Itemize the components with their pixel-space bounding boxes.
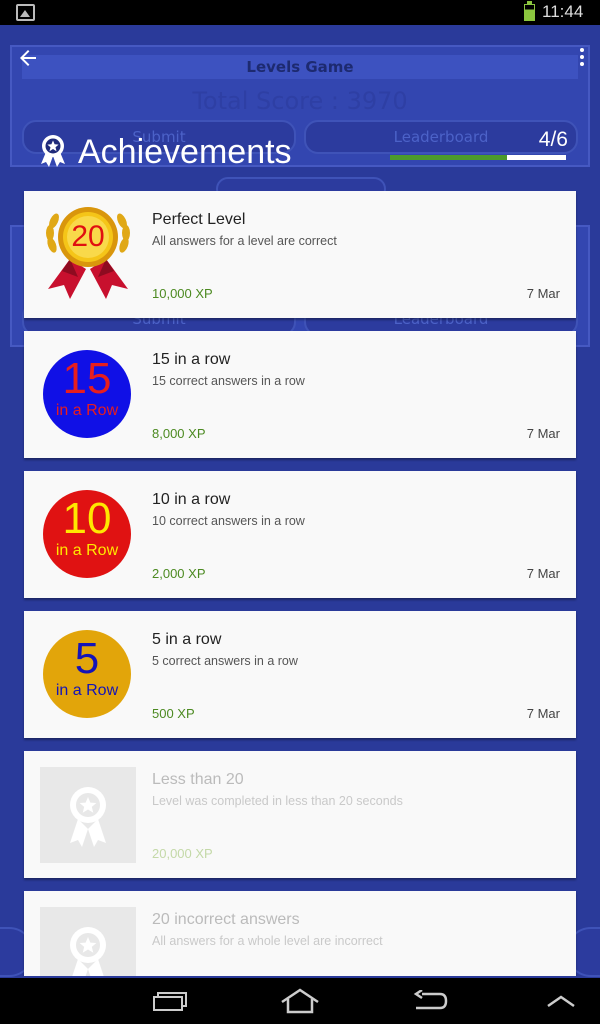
list-item[interactable]: 15 in a Row 15 in a row 15 correct answe… — [24, 331, 576, 458]
list-item[interactable]: 20 Perfect Level All answers for a level… — [24, 191, 576, 318]
streak-badge-label: in a Row — [55, 542, 119, 559]
achievement-name: Perfect Level — [152, 211, 246, 228]
award-ribbon-icon — [38, 134, 68, 168]
back-icon[interactable] — [412, 988, 448, 1012]
streak-badge-icon: 10 in a Row — [40, 487, 136, 583]
medal-badge-icon: 20 — [40, 207, 136, 303]
achievement-description: 5 correct answers in a row — [152, 654, 298, 668]
achievement-xp: 2,000 XP — [152, 566, 206, 581]
streak-badge-circle: 15 in a Row — [43, 350, 131, 438]
achievement-name: 15 in a row — [152, 351, 231, 368]
streak-badge-icon: 5 in a Row — [40, 627, 136, 723]
streak-badge-circle: 5 in a Row — [43, 630, 131, 718]
achievement-description: All answers for a level are correct — [152, 234, 337, 248]
background-total-score: Total Score : 3970 — [192, 87, 408, 115]
achievement-name: Less than 20 — [152, 771, 244, 788]
medal-badge-text: 20 — [71, 220, 105, 253]
list-item[interactable]: 5 in a Row 5 in a row 5 correct answers … — [24, 611, 576, 738]
achievement-progress-bar — [390, 155, 566, 160]
list-item[interactable]: 10 in a Row 10 in a row 10 correct answe… — [24, 471, 576, 598]
achievement-description: Level was completed in less than 20 seco… — [152, 794, 403, 808]
achievement-date: 7 Mar — [526, 706, 560, 721]
locked-badge-icon — [40, 767, 136, 863]
streak-badge-number: 15 — [62, 354, 112, 403]
achievement-progress-fill — [390, 155, 508, 160]
achievement-name: 5 in a row — [152, 631, 222, 648]
achievement-name: 20 incorrect answers — [152, 911, 300, 928]
streak-badge-circle: 10 in a Row — [43, 490, 131, 578]
list-item[interactable]: 20 incorrect answers All answers for a w… — [24, 891, 576, 976]
achievement-date: 7 Mar — [526, 286, 560, 301]
achievement-description: All answers for a whole level are incorr… — [152, 934, 383, 948]
streak-badge-label: in a Row — [55, 682, 119, 699]
system-navigation-bar — [0, 978, 600, 1024]
status-clock: 11:44 — [542, 2, 584, 21]
chevron-up-icon[interactable] — [546, 993, 576, 1008]
locked-badge-icon — [40, 907, 136, 976]
achievement-xp: 8,000 XP — [152, 426, 206, 441]
gallery-notification-icon — [16, 4, 35, 21]
recent-apps-icon[interactable] — [152, 991, 188, 1011]
achievement-xp: 500 XP — [152, 706, 195, 721]
home-icon[interactable] — [280, 988, 320, 1014]
status-bar: 11:44 — [0, 0, 600, 25]
battery-icon — [524, 1, 535, 21]
back-arrow-icon[interactable] — [16, 46, 40, 70]
achievement-xp: 20,000 XP — [152, 846, 213, 861]
achievement-date: 7 Mar — [526, 426, 560, 441]
streak-badge-icon: 15 in a Row — [40, 347, 136, 443]
achievement-name: 10 in a row — [152, 491, 231, 508]
page-title: Achievements — [78, 133, 292, 171]
achievement-date: 7 Mar — [526, 566, 560, 581]
streak-badge-number: 5 — [74, 634, 100, 683]
achievement-xp: 10,000 XP — [152, 286, 213, 301]
streak-badge-label: in a Row — [55, 402, 119, 419]
streak-badge-number: 10 — [62, 494, 112, 543]
achievement-list[interactable]: 20 Perfect Level All answers for a level… — [0, 190, 600, 976]
achievement-description: 10 correct answers in a row — [152, 514, 305, 528]
overflow-menu-icon[interactable] — [577, 48, 587, 68]
list-item[interactable]: Less than 20 Level was completed in less… — [24, 751, 576, 878]
achievement-count: 4/6 — [538, 128, 568, 151]
achievement-description: 15 correct answers in a row — [152, 374, 305, 388]
background-game-title: Levels Game — [22, 55, 578, 79]
